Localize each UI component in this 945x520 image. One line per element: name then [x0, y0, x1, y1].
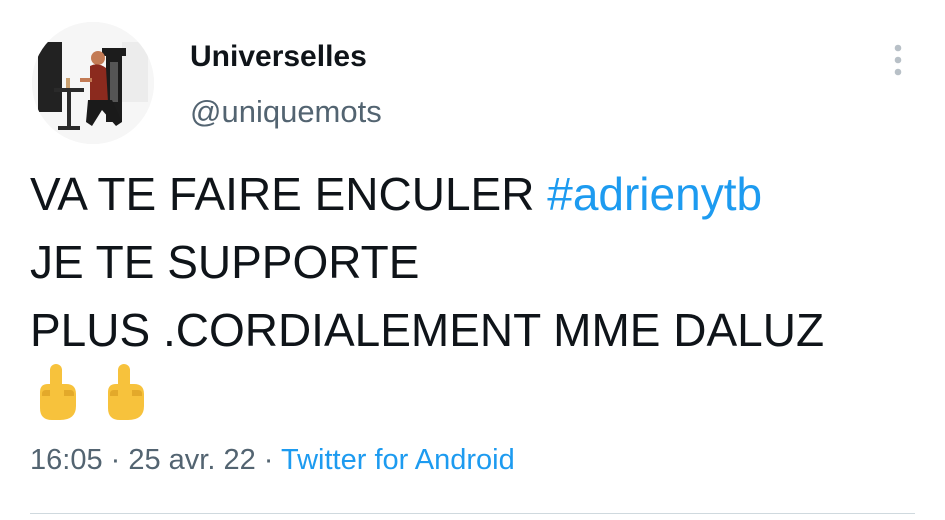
middle-finger-emoji-icon [40, 364, 76, 420]
more-options-button[interactable] [884, 40, 912, 80]
divider [30, 513, 915, 514]
emoji-row [34, 362, 148, 426]
author-display-name[interactable]: Universelles [190, 40, 367, 74]
hashtag-link[interactable]: #adrienytb [547, 168, 762, 220]
more-vertical-icon [894, 44, 902, 76]
author-handle[interactable]: @uniquemots [190, 94, 382, 130]
tweet-text-line: JE TE SUPPORTE [30, 236, 420, 288]
meta-separator: · [255, 444, 281, 476]
tweet-text-line: VA TE FAIRE ENCULER #adrienytb [30, 160, 920, 228]
tweet-meta: 16:05 · 25 avr. 22 · Twitter for Android [30, 444, 515, 477]
avatar-photo-icon [32, 22, 154, 144]
tweet-text: VA TE FAIRE ENCULER #adrienytb JE TE SUP… [30, 160, 920, 364]
tweet-text-line: PLUS .CORDIALEMENT MME DALUZ [30, 304, 825, 356]
tweet-text-segment: VA TE FAIRE ENCULER [30, 168, 548, 220]
tweet-source-link[interactable]: Twitter for Android [281, 444, 515, 476]
middle-finger-emoji-icon [108, 364, 144, 420]
avatar[interactable] [32, 22, 154, 144]
meta-separator: · [102, 444, 129, 476]
tweet-time[interactable]: 16:05 [30, 444, 103, 476]
tweet-date[interactable]: 25 avr. 22 [128, 444, 255, 476]
tweet-card[interactable]: Universelles @uniquemots VA TE FAIRE ENC… [0, 0, 945, 520]
